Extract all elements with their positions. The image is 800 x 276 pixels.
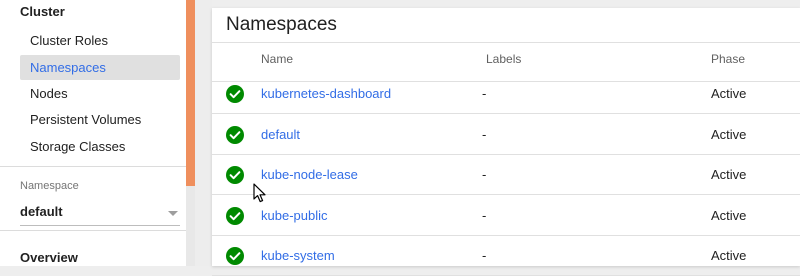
- namespace-name-link[interactable]: kube-public: [261, 208, 328, 223]
- check-circle-icon: [226, 207, 244, 225]
- table-row: default - Active: [212, 115, 800, 155]
- sidebar-scrollbar-thumb[interactable]: [186, 0, 195, 186]
- sidebar-divider: [0, 166, 186, 167]
- namespace-labels: -: [482, 127, 487, 142]
- column-header-labels: Labels: [486, 52, 522, 66]
- namespace-selector-label: Namespace: [20, 180, 79, 192]
- sidebar: Cluster Cluster Roles Namespaces Nodes P…: [0, 0, 186, 266]
- column-header-phase: Phase: [711, 52, 746, 66]
- check-circle-icon: [226, 126, 244, 144]
- check-circle-icon: [226, 166, 244, 184]
- check-circle-icon: [226, 247, 244, 265]
- page-title: Namespaces: [226, 14, 337, 35]
- namespace-labels: -: [482, 167, 487, 182]
- namespace-name-link[interactable]: default: [261, 127, 300, 142]
- sidebar-item-nodes[interactable]: Nodes: [20, 81, 180, 106]
- sidebar-heading-overview[interactable]: Overview: [20, 250, 78, 265]
- namespace-phase: Active: [711, 208, 747, 223]
- namespace-labels: -: [482, 86, 487, 101]
- table-row: kube-system - Active: [212, 236, 800, 276]
- sidebar-item-persistent-volumes[interactable]: Persistent Volumes: [20, 107, 180, 132]
- namespace-labels: -: [482, 208, 487, 223]
- namespace-labels: -: [482, 248, 487, 263]
- namespace-name-link[interactable]: kubernetes-dashboard: [261, 86, 391, 101]
- sidebar-item-cluster-roles[interactable]: Cluster Roles: [20, 28, 180, 53]
- sidebar-heading-cluster[interactable]: Cluster: [20, 4, 65, 19]
- sidebar-item-namespaces[interactable]: Namespaces: [20, 55, 180, 80]
- namespace-phase: Active: [711, 127, 747, 142]
- check-circle-icon: [226, 85, 244, 103]
- table-row: kube-node-lease - Active: [212, 155, 800, 195]
- namespace-phase: Active: [711, 248, 747, 263]
- sidebar-scrollbar[interactable]: [186, 0, 195, 266]
- title-divider: [212, 42, 800, 43]
- table-row: kubernetes-dashboard - Active: [212, 74, 800, 114]
- sidebar-divider: [0, 230, 186, 231]
- content-gutter: [195, 0, 212, 266]
- namespace-phase: Active: [711, 86, 747, 101]
- caret-down-icon: [168, 211, 178, 216]
- namespace-name-link[interactable]: kube-system: [261, 248, 335, 263]
- namespace-phase: Active: [711, 167, 747, 182]
- column-header-name[interactable]: Name: [261, 52, 293, 66]
- namespace-name-link[interactable]: kube-node-lease: [261, 167, 358, 182]
- namespace-selector-value: default: [20, 204, 63, 219]
- table-row: kube-public - Active: [212, 196, 800, 236]
- namespace-selector[interactable]: default: [20, 202, 180, 226]
- sidebar-item-storage-classes[interactable]: Storage Classes: [20, 134, 180, 159]
- namespaces-card: Namespaces Name Labels Phase kubernetes-…: [212, 8, 800, 276]
